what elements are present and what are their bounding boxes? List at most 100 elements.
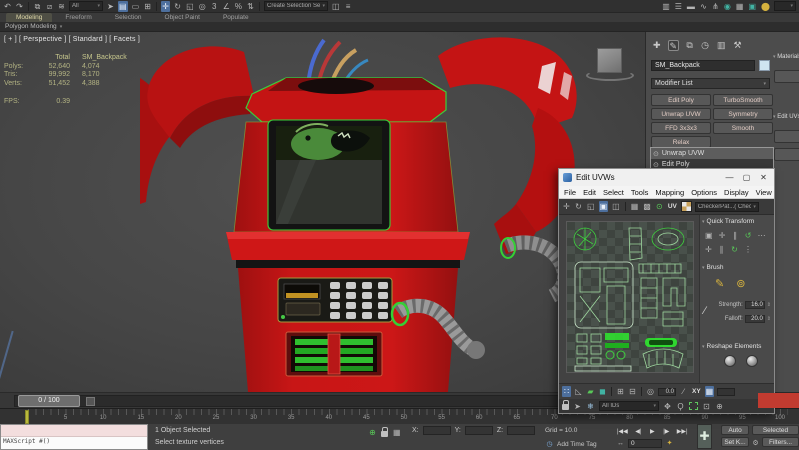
spinner-icon[interactable]: ⇕ bbox=[767, 302, 771, 308]
render-icon[interactable]: ⬤ bbox=[760, 1, 771, 12]
create-tab-icon[interactable]: ✚ bbox=[652, 40, 662, 51]
window-crossing-icon[interactable]: ⊞ bbox=[143, 1, 152, 12]
minimize-button[interactable]: — bbox=[723, 173, 736, 182]
dialog-titlebar[interactable]: Edit UVWs — ▢ ✕ bbox=[559, 169, 774, 186]
freeform-mode-icon[interactable]: ▣ bbox=[599, 201, 609, 212]
edge-mode-icon[interactable]: ◺ bbox=[574, 386, 583, 397]
rollout-button[interactable] bbox=[774, 70, 799, 83]
snaps-toggle-icon[interactable]: 3 bbox=[210, 1, 219, 12]
grid-size-value[interactable] bbox=[717, 388, 735, 396]
hierarchy-tab-icon[interactable]: ⧉ bbox=[685, 40, 694, 51]
add-time-tag[interactable]: ◷ Add Time Tag bbox=[545, 439, 597, 450]
modifier-button-unwrap-uvw[interactable]: Unwrap UVW bbox=[651, 108, 711, 120]
perspective-viewport[interactable]: [ + ] [ Perspective ] [ Standard ] [ Fac… bbox=[0, 32, 645, 392]
rotate-uv-icon[interactable]: ↻ bbox=[574, 201, 583, 212]
mirror-icon[interactable]: ◫ bbox=[331, 1, 341, 12]
select-and-link-icon[interactable]: ⧉ bbox=[33, 1, 42, 12]
spinner-icon[interactable]: ⇕ bbox=[767, 316, 771, 322]
select-and-rotate-icon[interactable]: ↻ bbox=[173, 1, 182, 12]
scene-explorer-icon[interactable]: ▥ bbox=[661, 1, 671, 12]
layer-explorer-icon[interactable]: ☰ bbox=[674, 1, 683, 12]
zoom-selected-icon[interactable]: ⊕ bbox=[715, 401, 724, 412]
percent-snap-icon[interactable]: % bbox=[234, 1, 243, 12]
time-slider-handle[interactable]: 0 / 100 bbox=[18, 395, 80, 407]
auto-key-button[interactable]: Auto bbox=[721, 425, 749, 435]
menu-tools[interactable]: Tools bbox=[631, 188, 649, 197]
strength-field[interactable]: 16.0 bbox=[745, 301, 765, 309]
space-vertical-icon[interactable]: ∥ bbox=[717, 244, 726, 255]
ribbon-tab-selection[interactable]: Selection bbox=[105, 13, 152, 22]
uv-toolbar-separator[interactable] bbox=[625, 202, 626, 211]
rollout-edit-uvs[interactable]: ▾ Edit UVs bbox=[773, 114, 799, 120]
ribbon-tab-modeling[interactable]: Modeling bbox=[6, 13, 52, 22]
ribbon-tab-populate[interactable]: Populate bbox=[213, 13, 259, 22]
time-slider-step-button[interactable] bbox=[86, 397, 95, 406]
select-and-place-icon[interactable]: ◎ bbox=[198, 1, 207, 12]
maxscript-mini-listener[interactable]: MAXScript #() bbox=[0, 424, 148, 450]
modify-tab-icon[interactable]: ✎ bbox=[668, 40, 680, 51]
next-frame-button[interactable]: |▶ bbox=[662, 427, 671, 438]
previous-frame-button[interactable]: ◀| bbox=[634, 427, 643, 438]
soft-selection-value[interactable]: 0.0 bbox=[658, 388, 676, 396]
menu-file[interactable]: File bbox=[564, 188, 576, 197]
reshape-sphere-icon[interactable] bbox=[724, 355, 736, 367]
pan-icon[interactable]: ✥ bbox=[663, 401, 672, 412]
align-vertical-icon[interactable]: ✛ bbox=[704, 244, 713, 255]
current-frame-field[interactable]: 0 bbox=[628, 439, 662, 448]
menu-display[interactable]: Display bbox=[724, 188, 749, 197]
object-name-field[interactable]: SM_Backpack bbox=[651, 60, 755, 71]
transform-lock-icon[interactable] bbox=[381, 431, 388, 437]
render-setup-icon[interactable]: ▦ bbox=[735, 1, 745, 12]
select-by-name-icon[interactable]: ▤ bbox=[118, 1, 128, 12]
zoom-icon[interactable]: Ϙ bbox=[676, 401, 685, 412]
selection-filter-dropdown[interactable]: All▾ bbox=[69, 1, 103, 11]
menu-edit[interactable]: Edit bbox=[583, 188, 596, 197]
ribbon-tab-freeform[interactable]: Freeform bbox=[55, 13, 101, 22]
uv-separator[interactable] bbox=[611, 387, 612, 396]
maximize-button[interactable]: ▢ bbox=[740, 173, 753, 182]
modifier-button-ffd-3x3x3[interactable]: FFD 3x3x3 bbox=[651, 122, 711, 134]
texture-list-dropdown[interactable]: CheckerPat...( Checker )▾ bbox=[695, 202, 759, 212]
scale-uv-icon[interactable]: ◱ bbox=[586, 201, 596, 212]
current-frame-marker[interactable] bbox=[25, 410, 29, 424]
lock-selection-icon[interactable] bbox=[562, 404, 569, 410]
object-color-swatch[interactable] bbox=[759, 60, 770, 71]
modifier-button-edit-poly[interactable]: Edit Poly bbox=[651, 94, 711, 106]
move-uv-icon[interactable]: ✛ bbox=[562, 201, 571, 212]
maxscript-macro-line[interactable] bbox=[1, 425, 147, 437]
weld-icon[interactable]: ▩ bbox=[642, 201, 652, 212]
paint-select-icon[interactable]: ➤ bbox=[573, 401, 582, 412]
y-coordinate-field[interactable] bbox=[465, 426, 493, 435]
zoom-region-icon[interactable] bbox=[689, 402, 698, 410]
select-object-icon[interactable]: ➤ bbox=[106, 1, 115, 12]
selection-region-icon[interactable]: ▭ bbox=[131, 1, 141, 12]
falloff-space-icon[interactable]: ∕ bbox=[679, 386, 688, 397]
break-icon[interactable]: ▦ bbox=[630, 201, 640, 212]
selected-key-button[interactable]: Selected bbox=[752, 425, 799, 435]
menu-view[interactable]: View bbox=[756, 188, 772, 197]
visibility-eye-icon[interactable]: ⊙ bbox=[653, 150, 659, 158]
ribbon-toggle-icon[interactable]: ▬ bbox=[686, 1, 696, 12]
z-coordinate-field[interactable] bbox=[507, 426, 535, 435]
material-id-filter-dropdown[interactable]: All IDs▾ bbox=[599, 401, 659, 411]
menu-select[interactable]: Select bbox=[603, 188, 624, 197]
play-button[interactable]: ▶ bbox=[648, 427, 657, 438]
absolute-mode-icon[interactable]: ⊕ bbox=[368, 427, 377, 438]
workspace-dropdown[interactable]: ▾ bbox=[774, 1, 796, 11]
uv-separator[interactable] bbox=[641, 387, 642, 396]
undo-icon[interactable]: ↶ bbox=[3, 1, 12, 12]
motion-tab-icon[interactable]: ◷ bbox=[700, 40, 710, 51]
grid-toggle-icon[interactable]: ▦ bbox=[705, 386, 715, 397]
bind-to-spacewarp-icon[interactable]: ≋ bbox=[57, 1, 66, 12]
rotate-90-cw-icon[interactable]: ↻ bbox=[730, 244, 739, 255]
rollout-button[interactable] bbox=[774, 130, 799, 143]
align-dots-icon[interactable]: ⋯ bbox=[757, 230, 767, 241]
menu-mapping[interactable]: Mapping bbox=[655, 188, 684, 197]
checker-texture-swatch[interactable] bbox=[681, 201, 692, 212]
backpack-model[interactable] bbox=[140, 32, 580, 392]
align-dots-column-icon[interactable]: ⋮ bbox=[743, 244, 753, 255]
x-coordinate-field[interactable] bbox=[423, 426, 451, 435]
unlink-selection-icon[interactable]: ⧄ bbox=[45, 1, 54, 12]
modifier-button-turbosmooth[interactable]: TurboSmooth bbox=[713, 94, 773, 106]
viewcube[interactable] bbox=[586, 46, 634, 90]
